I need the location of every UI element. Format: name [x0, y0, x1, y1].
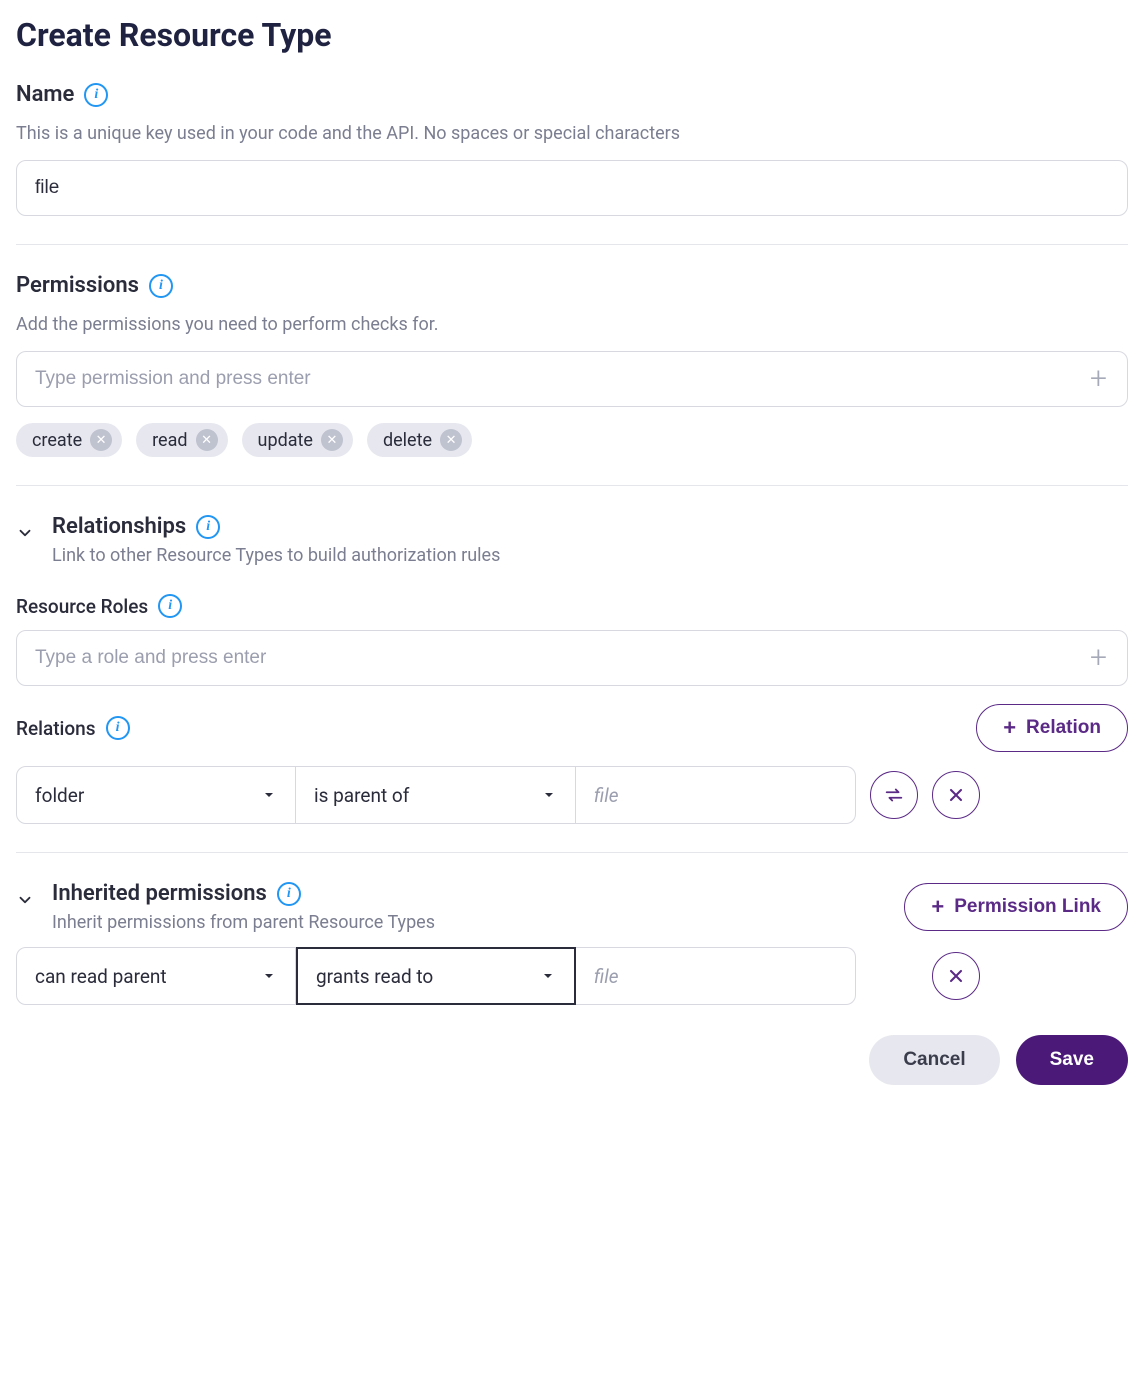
- plus-icon[interactable]: +: [1084, 643, 1113, 673]
- chip-label: create: [32, 430, 82, 451]
- permissions-label: Permissions: [16, 273, 139, 298]
- permission-chip[interactable]: read ✕: [136, 423, 227, 457]
- info-icon[interactable]: i: [277, 882, 301, 906]
- caret-down-icon: [540, 968, 556, 984]
- info-icon[interactable]: i: [196, 515, 220, 539]
- relation-subject-select[interactable]: folder: [16, 766, 296, 824]
- plus-icon: +: [931, 896, 944, 918]
- remove-relation-button[interactable]: [932, 771, 980, 819]
- save-button[interactable]: Save: [1016, 1035, 1128, 1085]
- relationships-help: Link to other Resource Types to build au…: [52, 545, 1128, 566]
- select-value: grants read to: [316, 965, 433, 988]
- plus-icon: +: [1003, 717, 1016, 739]
- relation-predicate-select[interactable]: is parent of: [296, 766, 576, 824]
- divider: [16, 485, 1128, 486]
- roles-input[interactable]: [31, 641, 1084, 675]
- cancel-button[interactable]: Cancel: [869, 1035, 999, 1085]
- chip-label: delete: [383, 430, 432, 451]
- inherited-label: Inherited permissions: [52, 881, 267, 906]
- name-label: Name: [16, 82, 74, 107]
- relation-object-input[interactable]: file: [576, 766, 856, 824]
- info-icon[interactable]: i: [149, 274, 173, 298]
- relation-row: folder is parent of file: [16, 766, 1128, 824]
- close-icon[interactable]: ✕: [90, 429, 112, 451]
- permissions-input[interactable]: [31, 362, 1084, 396]
- resource-roles-label: Resource Roles: [16, 595, 148, 618]
- close-icon[interactable]: ✕: [440, 429, 462, 451]
- divider: [16, 852, 1128, 853]
- info-icon[interactable]: i: [158, 594, 182, 618]
- info-icon[interactable]: i: [106, 716, 130, 740]
- button-label: Relation: [1026, 717, 1101, 739]
- close-icon[interactable]: ✕: [321, 429, 343, 451]
- chip-label: read: [152, 430, 187, 451]
- permission-chip[interactable]: update ✕: [242, 423, 353, 457]
- inherited-help: Inherit permissions from parent Resource…: [52, 912, 435, 933]
- inherit-grant-select[interactable]: grants read to: [296, 947, 576, 1005]
- inherit-object-input[interactable]: file: [576, 947, 856, 1005]
- caret-down-icon: [541, 787, 557, 803]
- select-value: folder: [35, 784, 84, 807]
- add-permission-link-button[interactable]: + Permission Link: [904, 883, 1128, 931]
- permission-chips: create ✕ read ✕ update ✕ delete ✕: [16, 423, 1128, 457]
- plus-icon[interactable]: +: [1084, 364, 1113, 394]
- permissions-input-wrap[interactable]: +: [16, 351, 1128, 407]
- inherited-row: can read parent grants read to file: [16, 947, 1128, 1005]
- name-help: This is a unique key used in your code a…: [16, 123, 1128, 144]
- inherit-condition-select[interactable]: can read parent: [16, 947, 296, 1005]
- placeholder-text: file: [594, 784, 618, 807]
- chip-label: update: [258, 430, 313, 451]
- select-value: is parent of: [314, 784, 409, 807]
- permission-chip[interactable]: delete ✕: [367, 423, 472, 457]
- relations-label: Relations: [16, 717, 96, 740]
- roles-input-wrap[interactable]: +: [16, 630, 1128, 686]
- permissions-help: Add the permissions you need to perform …: [16, 314, 1128, 335]
- divider: [16, 244, 1128, 245]
- chevron-down-icon[interactable]: [16, 524, 34, 542]
- permission-chip[interactable]: create ✕: [16, 423, 122, 457]
- add-relation-button[interactable]: + Relation: [976, 704, 1128, 752]
- page-title: Create Resource Type: [16, 16, 1128, 54]
- button-label: Permission Link: [954, 896, 1101, 918]
- caret-down-icon: [261, 968, 277, 984]
- remove-inherit-button[interactable]: [932, 952, 980, 1000]
- chevron-down-icon[interactable]: [16, 891, 34, 909]
- caret-down-icon: [261, 787, 277, 803]
- swap-button[interactable]: [870, 771, 918, 819]
- info-icon[interactable]: i: [84, 83, 108, 107]
- spacer: [870, 952, 918, 1000]
- placeholder-text: file: [594, 965, 618, 988]
- relationships-label: Relationships: [52, 514, 186, 539]
- name-input[interactable]: [16, 160, 1128, 216]
- close-icon[interactable]: ✕: [196, 429, 218, 451]
- select-value: can read parent: [35, 965, 167, 988]
